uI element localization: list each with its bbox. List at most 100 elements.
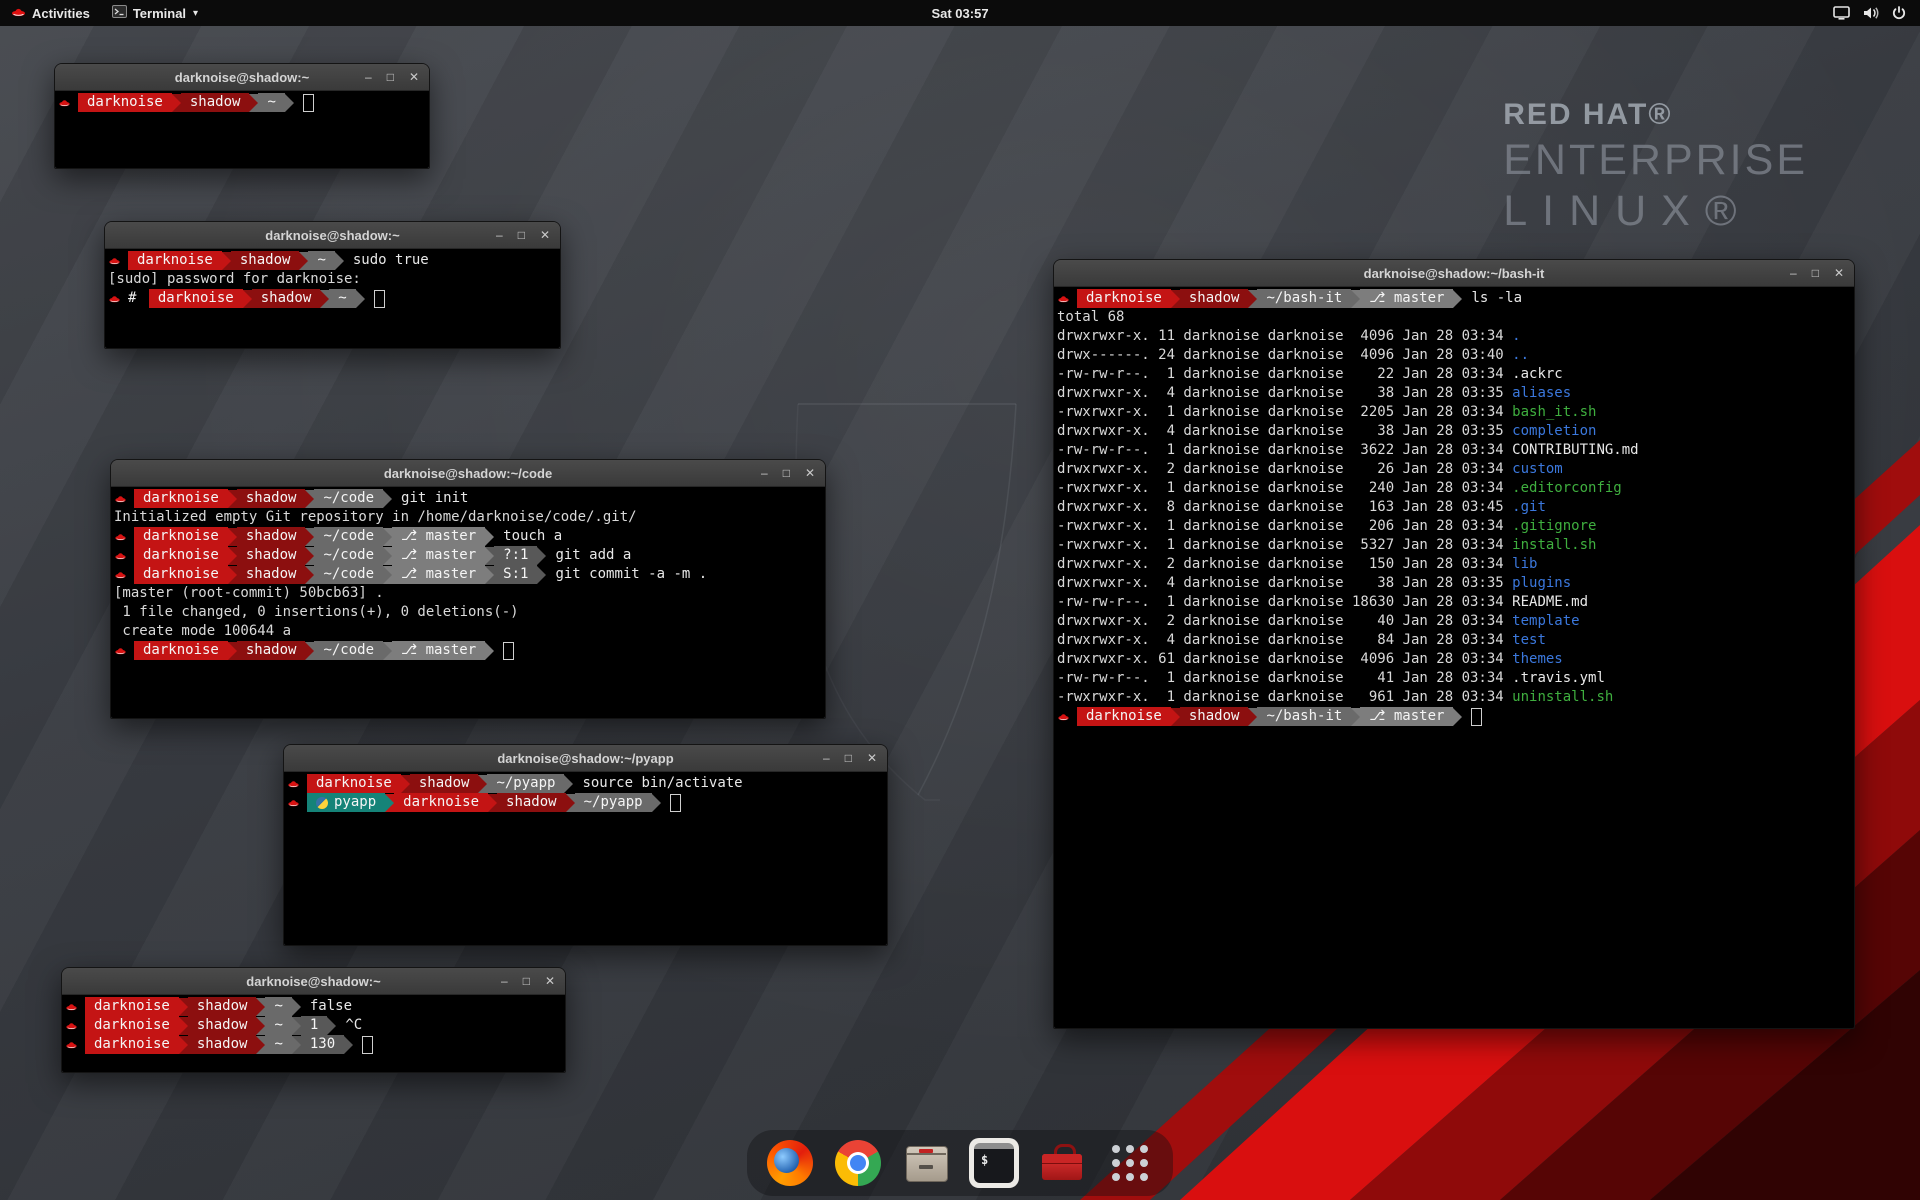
- window-close-button[interactable]: ✕: [409, 71, 419, 83]
- prompt-segment-path: ~/code: [314, 527, 383, 546]
- prompt-segment-host: shadow: [237, 565, 306, 584]
- terminal-output-line: -rwxrwxr-x. 1 darknoise darknoise 5327 J…: [1057, 536, 1851, 555]
- dock-firefox-icon[interactable]: [767, 1140, 813, 1186]
- window-titlebar[interactable]: darknoise@shadow:~/pyapp–□✕: [284, 745, 887, 772]
- app-menu-terminal[interactable]: Terminal ▾: [101, 0, 209, 26]
- terminal-output-line: drwxrwxr-x. 2 darknoise darknoise 150 Ja…: [1057, 555, 1851, 574]
- output-text: create mode 100644 a: [114, 622, 291, 641]
- activities-button[interactable]: Activities: [0, 0, 101, 26]
- powerline-arrow-icon: [222, 252, 231, 270]
- terminal-screen[interactable]: darknoiseshadow~falsedarknoiseshadow~1^C…: [62, 995, 565, 1072]
- prompt-segment-host: shadow: [188, 1016, 257, 1035]
- window-titlebar[interactable]: darknoise@shadow:~/bash-it–□✕: [1054, 260, 1854, 287]
- redhat-prompt-icon: [114, 492, 134, 505]
- redhat-prompt-icon: [65, 1019, 85, 1032]
- powerline-arrow-icon: [401, 775, 410, 793]
- terminal-screen[interactable]: darknoiseshadow~/bash-it⎇ masterls -lato…: [1054, 287, 1854, 1028]
- window-minimize-button[interactable]: –: [496, 229, 503, 241]
- ls-filename: .git: [1512, 498, 1546, 517]
- terminal-screen[interactable]: darknoiseshadow~/codegit initInitialized…: [111, 487, 825, 718]
- terminal-window: darknoise@shadow:~–□✕darknoiseshadow~sud…: [104, 221, 561, 349]
- command-text: source bin/activate: [573, 774, 742, 793]
- powerline-arrow-icon: [1171, 708, 1180, 726]
- volume-icon[interactable]: [1863, 6, 1879, 20]
- ls-columns: drwxrwxr-x. 2 darknoise darknoise 150 Ja…: [1057, 555, 1512, 574]
- dock-terminal-icon[interactable]: $: [971, 1140, 1017, 1186]
- powerline-arrow-icon: [285, 94, 294, 112]
- window-minimize-button[interactable]: –: [365, 71, 372, 83]
- ls-columns: drwxrwxr-x. 2 darknoise darknoise 40 Jan…: [1057, 612, 1512, 631]
- window-close-button[interactable]: ✕: [540, 229, 550, 241]
- ls-columns: drwxrwxr-x. 61 darknoise darknoise 4096 …: [1057, 650, 1512, 669]
- terminal-output-line: -rw-rw-r--. 1 darknoise darknoise 18630 …: [1057, 593, 1851, 612]
- terminal-screen[interactable]: darknoiseshadow~: [55, 91, 429, 168]
- ls-columns: -rw-rw-r--. 1 darknoise darknoise 3622 J…: [1057, 441, 1512, 460]
- powerline-arrow-icon: [228, 547, 237, 565]
- terminal-window: darknoise@shadow:~/bash-it–□✕darknoisesh…: [1053, 259, 1855, 1029]
- prompt-segment-path: ~: [265, 1016, 291, 1035]
- redhat-prompt-icon: [108, 292, 128, 305]
- terminal-cursor: [670, 794, 681, 812]
- powerline-arrow-icon: [1351, 290, 1360, 308]
- ls-columns: drwxrwxr-x. 4 darknoise darknoise 84 Jan…: [1057, 631, 1512, 650]
- branding-linux: LINUX®: [1503, 187, 1808, 236]
- dock-chrome-icon[interactable]: [835, 1140, 881, 1186]
- terminal-output-line: [master (root-commit) 50bcb63] .: [114, 584, 822, 603]
- terminal-screen[interactable]: darknoiseshadow~/pyappsource bin/activat…: [284, 772, 887, 945]
- output-text: 1 file changed, 0 insertions(+), 0 delet…: [114, 603, 519, 622]
- window-titlebar[interactable]: darknoise@shadow:~–□✕: [55, 64, 429, 91]
- dock-app-grid-icon[interactable]: [1107, 1140, 1153, 1186]
- prompt-segment-venv: pyapp: [307, 793, 385, 812]
- window-close-button[interactable]: ✕: [545, 975, 555, 987]
- powerline-arrow-icon: [652, 794, 661, 812]
- ls-filename: custom: [1512, 460, 1563, 479]
- window-maximize-button[interactable]: □: [518, 229, 525, 241]
- redhat-prompt-icon: [287, 777, 307, 790]
- prompt-segment-host: shadow: [188, 997, 257, 1016]
- window-close-button[interactable]: ✕: [805, 467, 815, 479]
- ls-filename: test: [1512, 631, 1546, 650]
- display-icon[interactable]: [1833, 6, 1850, 20]
- window-close-button[interactable]: ✕: [867, 752, 877, 764]
- prompt-segment-git: ⎇ master: [1360, 707, 1453, 726]
- window-close-button[interactable]: ✕: [1834, 267, 1844, 279]
- dock-toolbox-icon[interactable]: [1039, 1140, 1085, 1186]
- window-maximize-button[interactable]: □: [783, 467, 790, 479]
- command-text: sudo true: [344, 251, 429, 270]
- window-maximize-button[interactable]: □: [387, 71, 394, 83]
- window-titlebar[interactable]: darknoise@shadow:~/code–□✕: [111, 460, 825, 487]
- terminal-screen[interactable]: darknoiseshadow~sudo true[sudo] password…: [105, 249, 560, 348]
- ls-columns: drwxrwxr-x. 11 darknoise darknoise 4096 …: [1057, 327, 1512, 346]
- prompt-segment-user: darknoise: [394, 793, 488, 812]
- dock-files-icon[interactable]: [903, 1140, 949, 1186]
- window-maximize-button[interactable]: □: [523, 975, 530, 987]
- prompt-segment-user: darknoise: [134, 527, 228, 546]
- prompt-segment-host: shadow: [231, 251, 300, 270]
- window-minimize-button[interactable]: –: [1790, 267, 1797, 279]
- desktop: { "topbar": { "activities_label": "Activ…: [0, 0, 1920, 1200]
- window-title: darknoise@shadow:~: [265, 228, 399, 243]
- activities-label: Activities: [32, 6, 90, 21]
- ls-columns: drwxrwxr-x. 2 darknoise darknoise 26 Jan…: [1057, 460, 1512, 479]
- window-maximize-button[interactable]: □: [845, 752, 852, 764]
- terminal-prompt-line: darknoiseshadow~/code⎇ masterS:1git comm…: [114, 565, 822, 584]
- terminal-output-line: Initialized empty Git repository in /hom…: [114, 508, 822, 527]
- ls-filename: .: [1512, 327, 1520, 346]
- prompt-segment-st: S:1: [494, 565, 537, 584]
- powerline-arrow-icon: [485, 566, 494, 584]
- power-icon[interactable]: [1892, 6, 1906, 20]
- window-titlebar[interactable]: darknoise@shadow:~–□✕: [62, 968, 565, 995]
- window-minimize-button[interactable]: –: [501, 975, 508, 987]
- window-maximize-button[interactable]: □: [1812, 267, 1819, 279]
- window-minimize-button[interactable]: –: [823, 752, 830, 764]
- rhel-branding: RED HAT® ENTERPRISE LINUX®: [1503, 98, 1808, 236]
- prompt-segment-user: darknoise: [134, 489, 228, 508]
- prompt-segment-path: ~: [308, 251, 334, 270]
- terminal-window: darknoise@shadow:~/pyapp–□✕darknoiseshad…: [283, 744, 888, 946]
- command-text: git commit -a -m .: [546, 565, 707, 584]
- window-titlebar[interactable]: darknoise@shadow:~ – □ ✕: [105, 222, 560, 249]
- powerline-arrow-icon: [478, 775, 487, 793]
- window-minimize-button[interactable]: –: [761, 467, 768, 479]
- clock[interactable]: Sat 03:57: [931, 6, 988, 21]
- redhat-prompt-icon: [114, 530, 134, 543]
